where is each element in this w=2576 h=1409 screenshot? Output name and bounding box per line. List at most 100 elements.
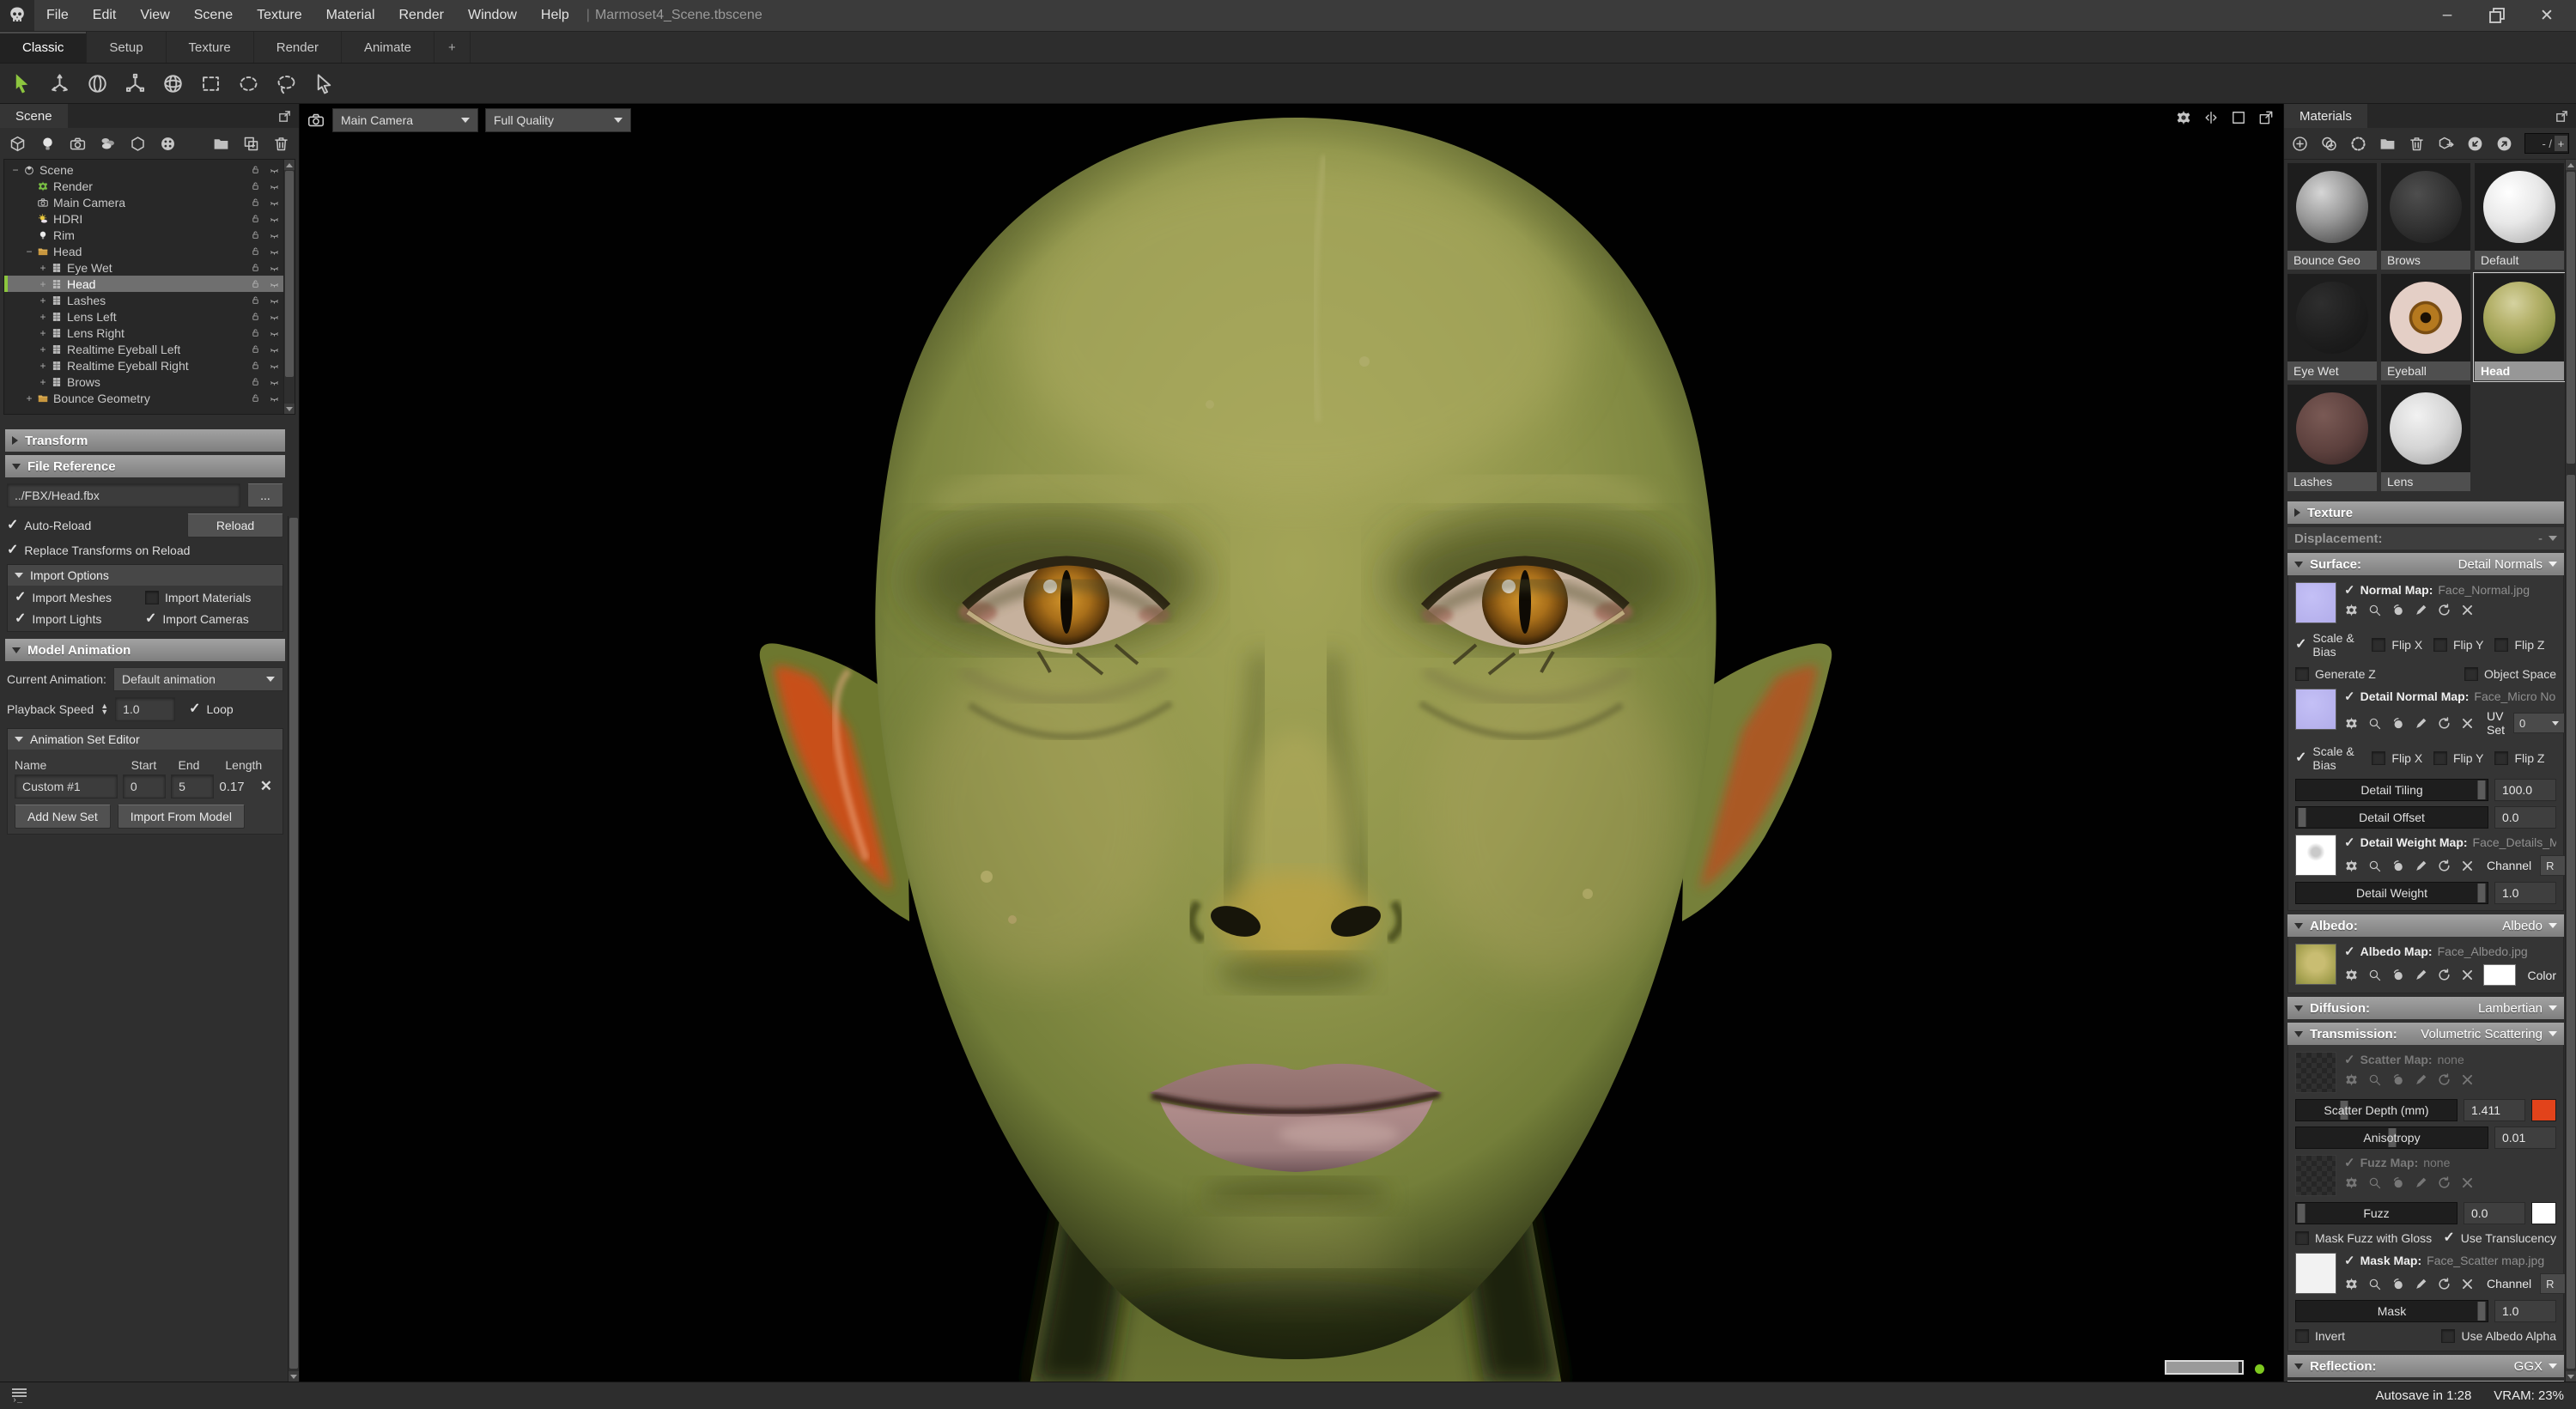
trash-icon[interactable] bbox=[2408, 135, 2426, 153]
section-mode-select[interactable]: Albedo bbox=[2502, 919, 2557, 933]
tab-scene[interactable]: Scene bbox=[0, 104, 68, 128]
clear-icon[interactable] bbox=[2460, 1277, 2475, 1291]
visibility-eye-icon[interactable] bbox=[264, 246, 283, 257]
lock-icon[interactable] bbox=[246, 229, 264, 240]
material-eyeball[interactable]: Eyeball bbox=[2381, 274, 2470, 380]
tree-expander[interactable]: + bbox=[37, 295, 49, 307]
section-header-texture[interactable]: Texture bbox=[2287, 501, 2564, 524]
map-thumbnail[interactable] bbox=[2295, 835, 2336, 876]
auto-reload-checkbox[interactable]: ✓Auto-Reload bbox=[7, 519, 91, 532]
menu-scene[interactable]: Scene bbox=[182, 8, 245, 23]
map-enabled-checkmark[interactable]: ✓ bbox=[2344, 1052, 2355, 1067]
zoom-icon[interactable] bbox=[2367, 603, 2382, 617]
color-swatch[interactable] bbox=[2531, 1099, 2556, 1121]
section-mode-select[interactable]: - bbox=[2538, 531, 2557, 546]
import-option-checkbox[interactable]: ✓Import Lights bbox=[15, 612, 145, 626]
checkbox-generate-z[interactable]: Generate Z bbox=[2295, 667, 2376, 681]
lock-icon[interactable] bbox=[246, 164, 264, 175]
duplicate-icon[interactable] bbox=[242, 135, 260, 153]
clear-icon[interactable] bbox=[2460, 859, 2475, 873]
tab-materials[interactable]: Materials bbox=[2284, 104, 2367, 128]
tree-item-lens-left[interactable]: +Lens Left bbox=[4, 308, 283, 325]
button-import-from-model[interactable]: Import From Model bbox=[118, 805, 245, 829]
zoom-icon[interactable] bbox=[2367, 716, 2382, 731]
workspace-tab-animate[interactable]: Animate bbox=[342, 32, 434, 63]
tree-item-scene[interactable]: −Scene bbox=[4, 161, 283, 178]
zoom-icon[interactable] bbox=[2367, 1277, 2382, 1291]
tree-expander[interactable]: + bbox=[23, 392, 35, 404]
checkbox-invert[interactable]: Invert bbox=[2295, 1329, 2345, 1343]
settings-icon[interactable] bbox=[2344, 603, 2359, 617]
edit-icon[interactable] bbox=[2414, 1175, 2428, 1190]
workspace-tab-render[interactable]: Render bbox=[254, 32, 342, 63]
menu-help[interactable]: Help bbox=[529, 8, 581, 23]
tree-expander[interactable]: + bbox=[37, 327, 49, 339]
menu-render[interactable]: Render bbox=[387, 8, 456, 23]
checkbox-scale-bias[interactable]: ✓Scale & Bias bbox=[2295, 744, 2372, 772]
slider-detail-offset[interactable]: Detail Offset bbox=[2295, 806, 2488, 829]
scroll-up-icon[interactable] bbox=[284, 160, 295, 170]
viewport-vp-split-icon[interactable] bbox=[2202, 109, 2220, 126]
checkbox-scale-bias[interactable]: ✓Scale & Bias bbox=[2295, 631, 2372, 659]
workspace-tab-classic[interactable]: Classic bbox=[0, 32, 87, 63]
mat-export-icon[interactable] bbox=[2495, 135, 2513, 153]
lock-icon[interactable] bbox=[246, 392, 264, 404]
viewport-camera-select[interactable]: Main Camera bbox=[332, 108, 478, 132]
material-properties-scrollbar[interactable] bbox=[2565, 473, 2576, 1382]
popout-icon[interactable] bbox=[2555, 104, 2576, 128]
visibility-eye-icon[interactable] bbox=[264, 213, 283, 224]
color-swatch[interactable] bbox=[2531, 1202, 2556, 1224]
properties-scrollbar[interactable] bbox=[288, 516, 299, 1382]
model-animation-header[interactable]: Model Animation bbox=[5, 639, 285, 661]
checkbox-flip-y[interactable]: Flip Y bbox=[2433, 638, 2495, 652]
map-enabled-checkmark[interactable]: ✓ bbox=[2344, 835, 2355, 850]
tool-ellipse-icon[interactable] bbox=[234, 69, 263, 98]
mesh-cube-icon[interactable] bbox=[9, 135, 27, 153]
tool-translate-icon[interactable] bbox=[45, 69, 74, 98]
tree-item-head[interactable]: +Head bbox=[4, 276, 283, 292]
material-filter-box[interactable]: - /+ bbox=[2524, 133, 2569, 154]
slider-handle[interactable] bbox=[2297, 1204, 2305, 1223]
scroll-down-icon[interactable] bbox=[284, 404, 295, 414]
viewport-gear-icon[interactable] bbox=[2175, 109, 2192, 126]
clear-icon[interactable] bbox=[2460, 1072, 2475, 1087]
import-options-header[interactable]: Import Options bbox=[8, 565, 283, 586]
slider-mask[interactable]: Mask bbox=[2295, 1300, 2488, 1322]
lock-icon[interactable] bbox=[246, 376, 264, 387]
zoom-icon[interactable] bbox=[2367, 968, 2382, 982]
section-mode-select[interactable]: Lambertian bbox=[2478, 1001, 2557, 1016]
replace-transforms-checkbox[interactable]: ✓Replace Transforms on Reload bbox=[7, 544, 190, 557]
tree-item-eye-wet[interactable]: +Eye Wet bbox=[4, 259, 283, 276]
edit-icon[interactable] bbox=[2414, 859, 2428, 873]
tree-item-brows[interactable]: +Brows bbox=[4, 374, 283, 390]
map-thumbnail[interactable] bbox=[2295, 1155, 2336, 1196]
tool-rotate-icon[interactable] bbox=[82, 69, 112, 98]
section-mode-select[interactable]: GGX bbox=[2514, 1359, 2557, 1374]
tree-expander[interactable]: + bbox=[37, 278, 49, 290]
clear-icon[interactable] bbox=[2460, 603, 2475, 617]
mat-sphere-icon[interactable] bbox=[2349, 135, 2367, 153]
material-bounce-geo[interactable]: Bounce Geo bbox=[2287, 163, 2377, 270]
slider-fuzz[interactable]: Fuzz bbox=[2295, 1202, 2458, 1224]
animation-start-input[interactable]: 0 bbox=[123, 774, 166, 799]
tree-expander[interactable]: + bbox=[37, 360, 49, 372]
playback-speed-stepper[interactable]: ▲▼ bbox=[100, 703, 108, 715]
viewport-quality-select[interactable]: Full Quality bbox=[485, 108, 631, 132]
preview-sphere-icon[interactable] bbox=[2391, 859, 2405, 873]
mat-import-icon[interactable] bbox=[2466, 135, 2484, 153]
slider-value-input[interactable]: 1.0 bbox=[2494, 882, 2556, 904]
map-thumbnail[interactable] bbox=[2295, 582, 2336, 623]
zoom-icon[interactable] bbox=[2367, 1072, 2382, 1087]
scene-tree-scrollbar[interactable] bbox=[283, 160, 295, 414]
uv-set-select[interactable]: 0 bbox=[2513, 713, 2565, 733]
edit-icon[interactable] bbox=[2414, 603, 2428, 617]
tree-item-realtime-eyeball-left[interactable]: +Realtime Eyeball Left bbox=[4, 341, 283, 357]
checkbox-flip-z[interactable]: Flip Z bbox=[2494, 638, 2556, 652]
edit-icon[interactable] bbox=[2414, 716, 2428, 731]
checkbox-use-albedo-alpha[interactable]: Use Albedo Alpha bbox=[2441, 1329, 2556, 1343]
menu-material[interactable]: Material bbox=[314, 8, 387, 23]
import-option-checkbox[interactable]: Import Materials bbox=[145, 591, 276, 604]
scroll-up-icon[interactable] bbox=[2566, 160, 2576, 170]
slider-handle[interactable] bbox=[2298, 808, 2306, 827]
section-mode-select[interactable]: Volumetric Scattering bbox=[2421, 1027, 2557, 1042]
